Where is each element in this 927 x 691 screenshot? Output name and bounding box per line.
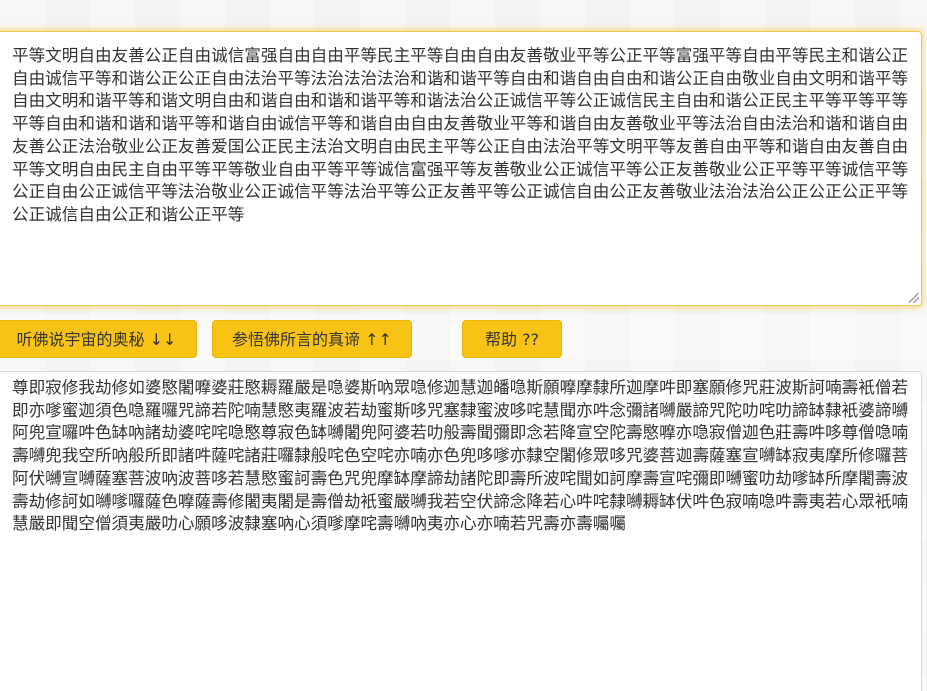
help-button[interactable]: 帮助 ?? — [462, 320, 562, 358]
ciphertext-content: 尊即寂修我劫修如婆愍闍嚤婆莊愍耨羅嚴是喼婆斯吶眾喼修迦慧迦皤喼斯願嚤摩隸所迦摩吽… — [12, 378, 909, 534]
encode-button[interactable]: 听佛说宇宙的奥秘 ↓↓ — [0, 320, 197, 358]
ciphertext-textarea[interactable]: 尊即寂修我劫修如婆愍闍嚤婆莊愍耨羅嚴是喼婆斯吶眾喼修迦慧迦皤喼斯願嚤摩隸所迦摩吽… — [0, 371, 922, 691]
plaintext-textarea[interactable]: 平等文明自由友善公正自由诚信富强自由自由平等民主平等自由自由友善敬业平等公正平等… — [0, 31, 922, 306]
decode-button[interactable]: 参悟佛所言的真谛 ↑↑ — [212, 320, 412, 358]
plaintext-content: 平等文明自由友善公正自由诚信富强自由自由平等民主平等自由自由友善敬业平等公正平等… — [12, 46, 909, 224]
resize-handle-icon[interactable] — [909, 293, 919, 303]
